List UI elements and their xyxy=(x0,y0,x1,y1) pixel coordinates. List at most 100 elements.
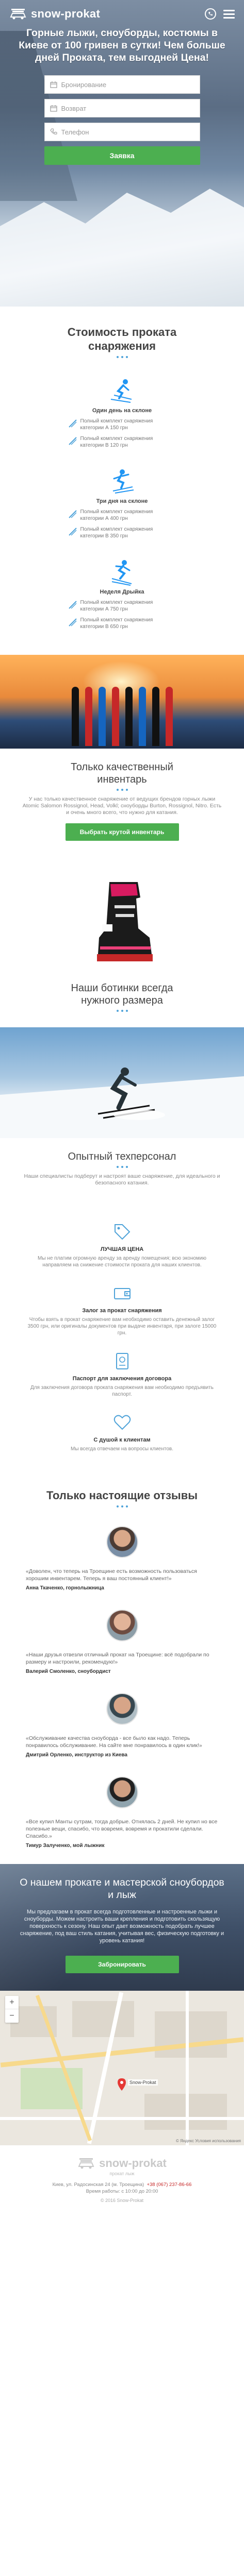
staff-text: Наши специалисты подберут и настроят ваш… xyxy=(24,1173,220,1186)
logo-text: snow-prokat xyxy=(31,7,101,20)
avatar xyxy=(106,1693,138,1725)
price-row: Полный комплект снаряжения категории В 3… xyxy=(68,526,176,539)
menu-hamburger-icon[interactable] xyxy=(223,9,235,19)
footer-logo-text: snow-prokat xyxy=(99,2157,167,2170)
choose-inventory-button[interactable]: Выбрать крутой инвентарь xyxy=(65,823,179,841)
reviews-title: Только настоящие отзывы xyxy=(46,1489,198,1502)
price-tag-icon xyxy=(114,1224,130,1240)
inventory-section: Только качественный инвентарь У нас толь… xyxy=(0,749,244,856)
review-item: «Обслуживание качества сноуборда - все б… xyxy=(10,1693,234,1758)
car-with-skis-icon xyxy=(78,2158,94,2169)
phone-field[interactable] xyxy=(44,123,200,141)
phone-input[interactable] xyxy=(61,128,194,136)
skis-photo xyxy=(0,655,244,749)
footer-address: Киев, ул. Радосинская 24 (м. Троещина) xyxy=(52,2182,144,2188)
heart-icon xyxy=(113,1415,131,1430)
calendar-icon xyxy=(50,105,57,112)
footer-hours: Время работы: с 10:00 до 20:00 xyxy=(86,2189,158,2194)
car-with-skis-icon xyxy=(10,9,26,20)
calendar-icon xyxy=(50,81,57,88)
boots-section: Наши ботинки всегда нужного размера xyxy=(0,970,244,1027)
title-divider xyxy=(10,1505,234,1507)
boots-title: Наши ботинки всегда нужного размера xyxy=(71,982,173,1006)
footer-phone-link[interactable]: +38 (067) 237-86-66 xyxy=(147,2182,191,2188)
title-divider xyxy=(15,1010,229,1012)
benefit-text: Мы не платим огромную аренду за аренду п… xyxy=(38,1256,206,1268)
about-title: О нашем прокате и мастерской сноубордов … xyxy=(20,1877,224,1901)
review-item: «Доволен, что теперь на Троещине есть во… xyxy=(10,1526,234,1591)
price-rows: Полный комплект снаряжения категории А 4… xyxy=(68,509,176,539)
footer-contacts: Киев, ул. Радосинская 24 (м. Троещина) +… xyxy=(10,2181,234,2195)
benefit-item: Паспорт для заключения договора Для закл… xyxy=(15,1351,229,1398)
skier-icon xyxy=(110,379,132,403)
price-row-text: Полный комплект снаряжения категории А 1… xyxy=(80,418,153,431)
footer-tagline: прокат лыж xyxy=(109,2171,135,2176)
wallet-icon xyxy=(113,1288,131,1299)
avatar xyxy=(106,1526,138,1558)
booking-date-field[interactable] xyxy=(44,75,200,94)
submit-request-button[interactable]: Заявка xyxy=(44,146,200,165)
phone-icon xyxy=(50,128,57,134)
ski-icon xyxy=(68,510,77,518)
map-pin-icon[interactable] xyxy=(118,2078,126,2091)
hero-section: snow-prokat Горные лыжи, сноуборды, кост… xyxy=(0,0,244,307)
price-row: Полный комплект снаряжения категории А 7… xyxy=(68,599,176,613)
review-author: Тимур Залученко, мой лыжник xyxy=(26,1843,105,1849)
booking-date-input[interactable] xyxy=(61,80,194,89)
return-date-field[interactable] xyxy=(44,99,200,117)
price-row-text: Полный комплект снаряжения категории В 6… xyxy=(80,617,153,630)
price-row-text: Полный комплект снаряжения категории В 3… xyxy=(80,527,153,539)
title-divider xyxy=(15,1166,229,1168)
price-rows: Полный комплект снаряжения категории А 1… xyxy=(68,418,176,449)
price-plan-name: Один день на склоне xyxy=(92,408,152,414)
skier-image xyxy=(97,1067,165,1120)
phone-icon[interactable] xyxy=(205,8,216,20)
title-divider xyxy=(15,789,229,791)
boots-photo xyxy=(0,856,244,970)
benefit-title: Залог за прокат снаряжения xyxy=(82,1308,162,1314)
hero-title: Горные лыжи, сноуборды, костюмы в Киеве … xyxy=(19,27,225,63)
price-row: Полный комплект снаряжения категории А 1… xyxy=(68,418,176,431)
review-author: Валерий Смоленко, сноубордист xyxy=(26,1669,111,1674)
reviews-section: Только настоящие отзывы «Доволен, что те… xyxy=(0,1468,244,1864)
staff-title: Опытный техперсонал xyxy=(68,1151,176,1162)
review-text: «Все купил Манты сутрам, тогда добрые. О… xyxy=(26,1819,218,1839)
price-row: Полный комплект снаряжения категории В 1… xyxy=(68,435,176,449)
map-zoom-controls: + − xyxy=(5,1996,19,2023)
avatar xyxy=(106,1776,138,1808)
logo[interactable]: snow-prokat xyxy=(9,7,100,21)
review-text: «Наши друзья отвезли отличный прокат на … xyxy=(26,1652,209,1665)
site-footer: snow-prokat прокат лыж Киев, ул. Радосин… xyxy=(0,2145,244,2215)
map-attribution[interactable]: © Яндекс Условия использования xyxy=(176,2139,241,2143)
title-divider xyxy=(0,356,244,358)
benefit-title: ЛУЧШАЯ ЦЕНА xyxy=(100,1246,144,1252)
skier-downhill-icon xyxy=(111,560,132,586)
booking-form: Заявка xyxy=(44,75,200,165)
benefits-section: ЛУЧШАЯ ЦЕНА Мы не платим огромную аренду… xyxy=(0,1202,244,1468)
price-row-text: Полный комплект снаряжения категории А 4… xyxy=(80,509,153,521)
ski-icon xyxy=(68,528,77,536)
price-plan-one-day: Один день на склоне Полный комплект снар… xyxy=(0,377,244,449)
benefit-text: Для заключения договора проката снаряжен… xyxy=(30,1385,214,1397)
ski-boot-image xyxy=(96,882,153,961)
review-item: «Наши друзья отвезли отличный прокат на … xyxy=(10,1609,234,1674)
price-plan-name: Неделя Дрыйка xyxy=(100,589,144,595)
footer-logo[interactable]: snow-prokat xyxy=(10,2157,234,2170)
about-section: О нашем прокате и мастерской сноубордов … xyxy=(0,1864,244,1991)
benefit-item: ЛУЧШАЯ ЦЕНА Мы не платим огромную аренду… xyxy=(15,1222,229,1268)
avatar xyxy=(106,1609,138,1641)
skier-photo xyxy=(0,1027,244,1138)
price-rows: Полный комплект снаряжения категории А 7… xyxy=(68,599,176,630)
site-header: snow-prokat xyxy=(0,0,244,21)
staff-section: Опытный техперсонал Наши специалисты под… xyxy=(0,1138,244,1202)
map-zoom-out-button[interactable]: − xyxy=(5,2009,19,2023)
price-plan-three-days: Три дня на склоне Полный комплект снаряж… xyxy=(0,467,244,539)
location-map[interactable]: + − Snow-Prokat © Яндекс Условия использ… xyxy=(0,1991,244,2145)
benefit-item: С душой к клиентам Мы всегда отвечаем на… xyxy=(15,1412,229,1452)
benefit-item: Залог за прокат снаряжения Чтобы взять в… xyxy=(15,1283,229,1336)
price-row: Полный комплект снаряжения категории А 4… xyxy=(68,509,176,522)
inventory-text: У нас только качественное снаряжение от … xyxy=(22,796,222,816)
return-date-input[interactable] xyxy=(61,104,194,112)
map-zoom-in-button[interactable]: + xyxy=(5,1996,19,2009)
book-button[interactable]: Забронировать xyxy=(65,1956,179,1973)
